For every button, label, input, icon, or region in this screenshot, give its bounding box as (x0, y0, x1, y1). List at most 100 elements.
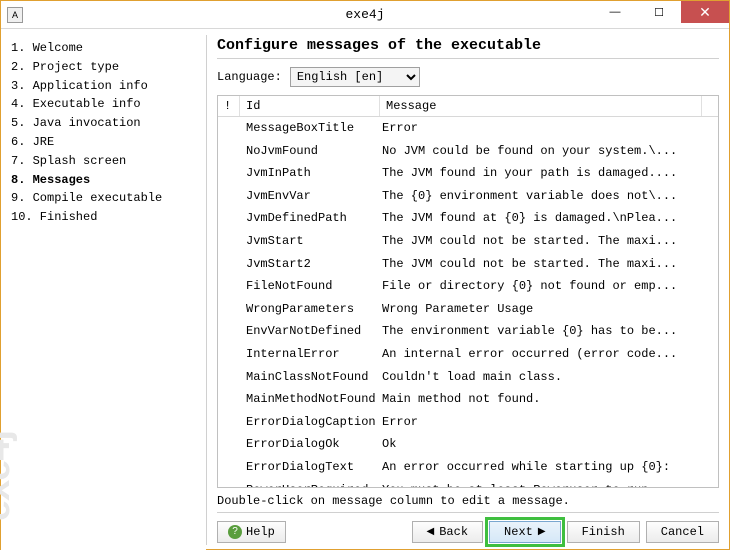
cancel-button[interactable]: Cancel (646, 521, 719, 543)
table-row[interactable]: JvmInPathThe JVM found in your path is d… (218, 162, 718, 185)
cell-message[interactable]: Error (380, 119, 718, 138)
wizard-sidebar: 1. Welcome2. Project type3. Application … (1, 29, 206, 551)
cell-mark (218, 142, 240, 161)
cell-message[interactable]: No JVM could be found on your system.\..… (380, 142, 718, 161)
sidebar-item-step-7[interactable]: 7. Splash screen (11, 152, 198, 171)
table-body[interactable]: MessageBoxTitleErrorNoJvmFoundNo JVM cou… (218, 117, 718, 487)
finish-button[interactable]: Finish (567, 521, 640, 543)
cell-id: JvmInPath (240, 164, 380, 183)
language-select[interactable]: English [en] (290, 67, 420, 87)
sidebar-item-step-10[interactable]: 10. Finished (11, 208, 198, 227)
back-button[interactable]: ◀ Back (412, 521, 484, 543)
cell-message[interactable]: Couldn't load main class. (380, 368, 718, 387)
table-row[interactable]: MessageBoxTitleError (218, 117, 718, 140)
cell-id: JvmEnvVar (240, 187, 380, 206)
cell-message[interactable]: The environment variable {0} has to be..… (380, 322, 718, 341)
cell-id: NoJvmFound (240, 142, 380, 161)
table-row[interactable]: WrongParametersWrong Parameter Usage (218, 298, 718, 321)
messages-table: ! Id Message MessageBoxTitleErrorNoJvmFo… (217, 95, 719, 488)
table-row[interactable]: ErrorDialogCaptionError (218, 411, 718, 434)
table-row[interactable]: FileNotFoundFile or directory {0} not fo… (218, 275, 718, 298)
cell-mark (218, 119, 240, 138)
cell-message[interactable]: Ok (380, 435, 718, 454)
cell-id: WrongParameters (240, 300, 380, 319)
window-controls: — ☐ ✕ (593, 1, 729, 28)
table-row[interactable]: JvmStartThe JVM could not be started. Th… (218, 230, 718, 253)
cell-message[interactable]: An error occurred while starting up {0}: (380, 458, 718, 477)
cell-message[interactable]: Wrong Parameter Usage (380, 300, 718, 319)
cell-id: MessageBoxTitle (240, 119, 380, 138)
table-row[interactable]: PowerUserRequiredYou must be at least Po… (218, 479, 718, 488)
cell-mark (218, 300, 240, 319)
help-icon: ? (228, 525, 242, 539)
cell-id: JvmStart (240, 232, 380, 251)
page-title: Configure messages of the executable (217, 37, 719, 59)
table-row[interactable]: JvmEnvVarThe {0} environment variable do… (218, 185, 718, 208)
cell-mark (218, 368, 240, 387)
finish-label: Finish (582, 525, 625, 539)
next-label: Next (504, 525, 533, 539)
cell-mark (218, 322, 240, 341)
arrow-right-icon: ▶ (538, 526, 546, 538)
next-button[interactable]: Next ▶ (489, 521, 561, 543)
cell-message[interactable]: The JVM found at {0} is damaged.\nPlea..… (380, 209, 718, 228)
table-row[interactable]: MainClassNotFoundCouldn't load main clas… (218, 366, 718, 389)
cell-message[interactable]: You must be at least Poweruser to run ..… (380, 481, 718, 488)
cell-id: MainMethodNotFound (240, 390, 380, 409)
cell-mark (218, 277, 240, 296)
cell-message[interactable]: Error (380, 413, 718, 432)
cell-mark (218, 164, 240, 183)
cell-mark (218, 435, 240, 454)
sidebar-item-step-6[interactable]: 6. JRE (11, 133, 198, 152)
cell-id: EnvVarNotDefined (240, 322, 380, 341)
language-label: Language: (217, 70, 282, 84)
cell-message[interactable]: File or directory {0} not found or emp..… (380, 277, 718, 296)
column-mark[interactable]: ! (218, 96, 240, 116)
minimize-button[interactable]: — (593, 1, 637, 23)
cell-mark (218, 232, 240, 251)
main-panel: Configure messages of the executable Lan… (207, 29, 729, 551)
table-row[interactable]: JvmDefinedPathThe JVM found at {0} is da… (218, 207, 718, 230)
language-row: Language: English [en] (217, 67, 719, 87)
cell-message[interactable]: The JVM could not be started. The maxi..… (380, 232, 718, 251)
table-row[interactable]: JvmStart2The JVM could not be started. T… (218, 253, 718, 276)
table-row[interactable]: NoJvmFoundNo JVM could be found on your … (218, 140, 718, 163)
sidebar-item-step-1[interactable]: 1. Welcome (11, 39, 198, 58)
cell-mark (218, 458, 240, 477)
sidebar-item-step-5[interactable]: 5. Java invocation (11, 114, 198, 133)
table-row[interactable]: MainMethodNotFoundMain method not found. (218, 388, 718, 411)
cell-mark (218, 209, 240, 228)
cell-mark (218, 187, 240, 206)
cell-id: ErrorDialogOk (240, 435, 380, 454)
cell-id: ErrorDialogText (240, 458, 380, 477)
table-row[interactable]: InternalErrorAn internal error occurred … (218, 343, 718, 366)
sidebar-item-step-8[interactable]: 8. Messages (11, 171, 198, 190)
content-area: 1. Welcome2. Project type3. Application … (1, 29, 729, 551)
sidebar-item-step-2[interactable]: 2. Project type (11, 58, 198, 77)
app-icon: A (7, 7, 23, 23)
back-label: Back (439, 525, 468, 539)
help-button[interactable]: ? Help (217, 521, 286, 543)
column-id[interactable]: Id (240, 96, 380, 116)
title-bar: A exe4j — ☐ ✕ (1, 1, 729, 29)
sidebar-item-step-3[interactable]: 3. Application info (11, 77, 198, 96)
button-bar: ? Help ◀ Back Next ▶ Finish Cancel (217, 512, 719, 543)
cell-id: FileNotFound (240, 277, 380, 296)
cell-message[interactable]: An internal error occurred (error code..… (380, 345, 718, 364)
hint-text: Double-click on message column to edit a… (217, 488, 719, 512)
sidebar-item-step-4[interactable]: 4. Executable info (11, 95, 198, 114)
table-row[interactable]: ErrorDialogOkOk (218, 433, 718, 456)
close-button[interactable]: ✕ (681, 1, 729, 23)
sidebar-item-step-9[interactable]: 9. Compile executable (11, 189, 198, 208)
cell-id: PowerUserRequired (240, 481, 380, 488)
cell-message[interactable]: The {0} environment variable does not\..… (380, 187, 718, 206)
table-row[interactable]: EnvVarNotDefinedThe environment variable… (218, 320, 718, 343)
cell-message[interactable]: The JVM found in your path is damaged...… (380, 164, 718, 183)
cell-mark (218, 345, 240, 364)
cell-message[interactable]: The JVM could not be started. The maxi..… (380, 255, 718, 274)
maximize-button[interactable]: ☐ (637, 1, 681, 23)
cell-message[interactable]: Main method not found. (380, 390, 718, 409)
cell-id: ErrorDialogCaption (240, 413, 380, 432)
column-message[interactable]: Message (380, 96, 702, 116)
table-row[interactable]: ErrorDialogTextAn error occurred while s… (218, 456, 718, 479)
